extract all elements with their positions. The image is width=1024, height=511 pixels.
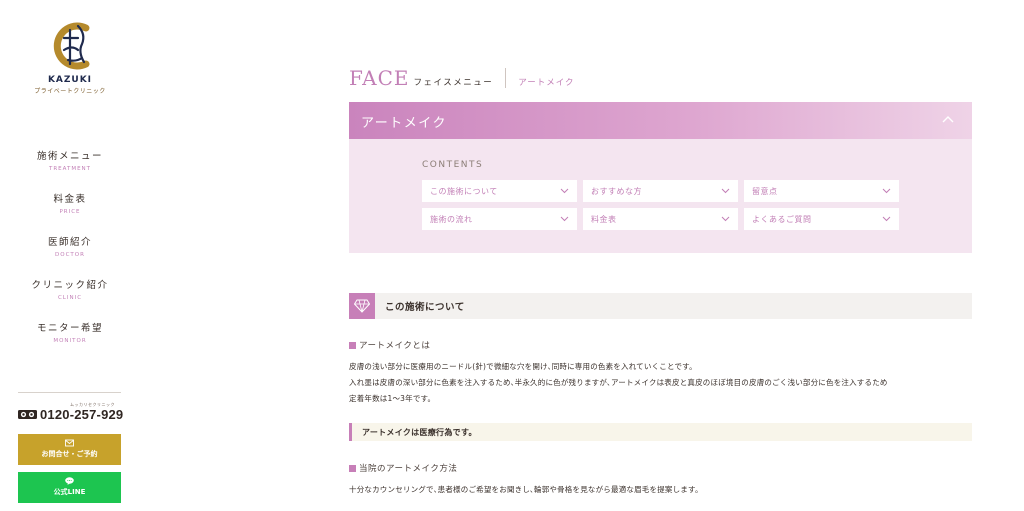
mail-icon <box>65 439 74 447</box>
page-heading: FACE フェイスメニュー アートメイク <box>349 66 575 90</box>
brand-name: KAZUKI <box>47 75 93 85</box>
section-title: この施術について <box>385 302 465 313</box>
line-official-button[interactable]: 公式LINE <box>18 472 121 503</box>
subheading-text: 当院のアートメイク方法 <box>359 464 458 474</box>
subheading-what-is: アートメイクとは <box>349 339 430 351</box>
nav-sublabel: PRICE <box>59 209 81 215</box>
page-title: FACE <box>349 66 410 90</box>
panel-title: アートメイク <box>361 116 447 131</box>
chevron-down-icon <box>882 188 891 194</box>
sidebar-divider <box>18 392 121 393</box>
nav-label: モニター希望 <box>36 323 103 334</box>
nav-item-treatment[interactable]: 施術メニュー TREATMENT <box>0 150 140 193</box>
brand-subtitle: プライベートクリニック <box>34 88 106 95</box>
phone-link[interactable]: 0120-257-929 <box>18 407 123 422</box>
contents-item-faq[interactable]: よくあるご質問 <box>744 208 899 230</box>
subheading-method: 当院のアートメイク方法 <box>349 462 457 474</box>
contact-button-label: お問合せ・ご予約 <box>41 450 98 458</box>
contents-item-label: 留意点 <box>752 186 778 196</box>
nav-sublabel: TREATMENT <box>48 166 92 172</box>
section-header: この施術について <box>349 293 972 319</box>
callout-text: アートメイクは医療行為です。 <box>362 427 477 437</box>
contents-item-label: おすすめな方 <box>591 186 642 196</box>
description-paragraph: 皮膚の浅い部分に医療用のニードル(針)で微細な穴を開け､同時に専用の色素を入れて… <box>349 359 974 407</box>
contents-item-label: 料金表 <box>591 214 617 224</box>
contents-menu: この施術について おすすめな方 留意点 施術の流れ 料金表 よくあるご質問 <box>422 180 899 230</box>
treatment-panel: アートメイク CONTENTS この施術について おすすめな方 留意点 施術の流… <box>349 102 972 253</box>
clinic-logo-icon[interactable] <box>46 18 96 74</box>
sidebar: KAZUKI プライベートクリニック 施術メニュー TREATMENT 料金表 … <box>0 0 140 511</box>
heading-divider <box>505 68 507 88</box>
contents-item-about[interactable]: この施術について <box>422 180 577 202</box>
square-bullet-icon <box>349 464 356 472</box>
nav-label: 医師紹介 <box>47 237 92 248</box>
sidebar-nav: 施術メニュー TREATMENT 料金表 PRICE 医師紹介 DOCTOR ク… <box>0 150 140 365</box>
chevron-up-icon <box>942 116 954 123</box>
paragraph-line: 定着年数は1～3年です。 <box>349 394 436 403</box>
square-bullet-icon <box>349 341 356 349</box>
chevron-down-icon <box>560 188 569 194</box>
contact-reserve-button[interactable]: お問合せ・ご予約 <box>18 434 121 465</box>
nav-sublabel: MONITOR <box>53 338 87 344</box>
contents-item-notes[interactable]: 留意点 <box>744 180 899 202</box>
chat-bubble-icon <box>65 477 74 485</box>
chevron-down-icon <box>560 216 569 222</box>
diamond-icon <box>354 299 370 313</box>
contents-item-flow[interactable]: 施術の流れ <box>422 208 577 230</box>
contents-item-price[interactable]: 料金表 <box>583 208 738 230</box>
chevron-down-icon <box>721 216 730 222</box>
nav-item-clinic[interactable]: クリニック紹介 CLINIC <box>0 279 140 322</box>
chevron-down-icon <box>882 216 891 222</box>
nav-sublabel: DOCTOR <box>55 252 85 258</box>
medical-note-callout: アートメイクは医療行為です。 <box>349 423 972 441</box>
phone-number: 0120-257-929 <box>40 407 124 422</box>
page-subtitle: フェイスメニュー <box>413 78 494 88</box>
nav-sublabel: CLINIC <box>57 295 83 301</box>
contents-label: CONTENTS <box>422 160 484 170</box>
breadcrumb[interactable]: アートメイク <box>518 76 574 88</box>
contents-item-recommended[interactable]: おすすめな方 <box>583 180 738 202</box>
contents-item-label: 施術の流れ <box>430 214 473 224</box>
line-button-label: 公式LINE <box>53 488 86 496</box>
paragraph-line: 入れ墨は皮膚の深い部分に色素を注入するため､半永久的に色が残りますが､アートメイ… <box>349 378 888 387</box>
panel-header-toggle[interactable]: アートメイク <box>349 102 972 139</box>
nav-item-doctor[interactable]: 医師紹介 DOCTOR <box>0 236 140 279</box>
contents-item-label: この施術について <box>430 186 498 196</box>
method-paragraph: 十分なカウンセリングで､患者様のご希望をお聞きし､輪郭や骨格を見ながら最適な眉毛… <box>349 482 974 498</box>
paragraph-line: 十分なカウンセリングで､患者様のご希望をお聞きし､輪郭や骨格を見ながら最適な眉毛… <box>349 485 703 494</box>
contents-item-label: よくあるご質問 <box>752 214 812 224</box>
nav-item-price[interactable]: 料金表 PRICE <box>0 193 140 236</box>
paragraph-line: 皮膚の浅い部分に医療用のニードル(針)で微細な穴を開け､同時に専用の色素を入れて… <box>349 362 697 371</box>
chevron-down-icon <box>721 188 730 194</box>
nav-item-monitor[interactable]: モニター希望 MONITOR <box>0 322 140 365</box>
nav-label: クリニック紹介 <box>31 280 109 291</box>
free-dial-icon <box>18 410 37 419</box>
diamond-icon-box <box>349 293 375 319</box>
subheading-text: アートメイクとは <box>359 341 431 351</box>
nav-label: 施術メニュー <box>36 151 103 162</box>
nav-label: 料金表 <box>53 194 87 205</box>
